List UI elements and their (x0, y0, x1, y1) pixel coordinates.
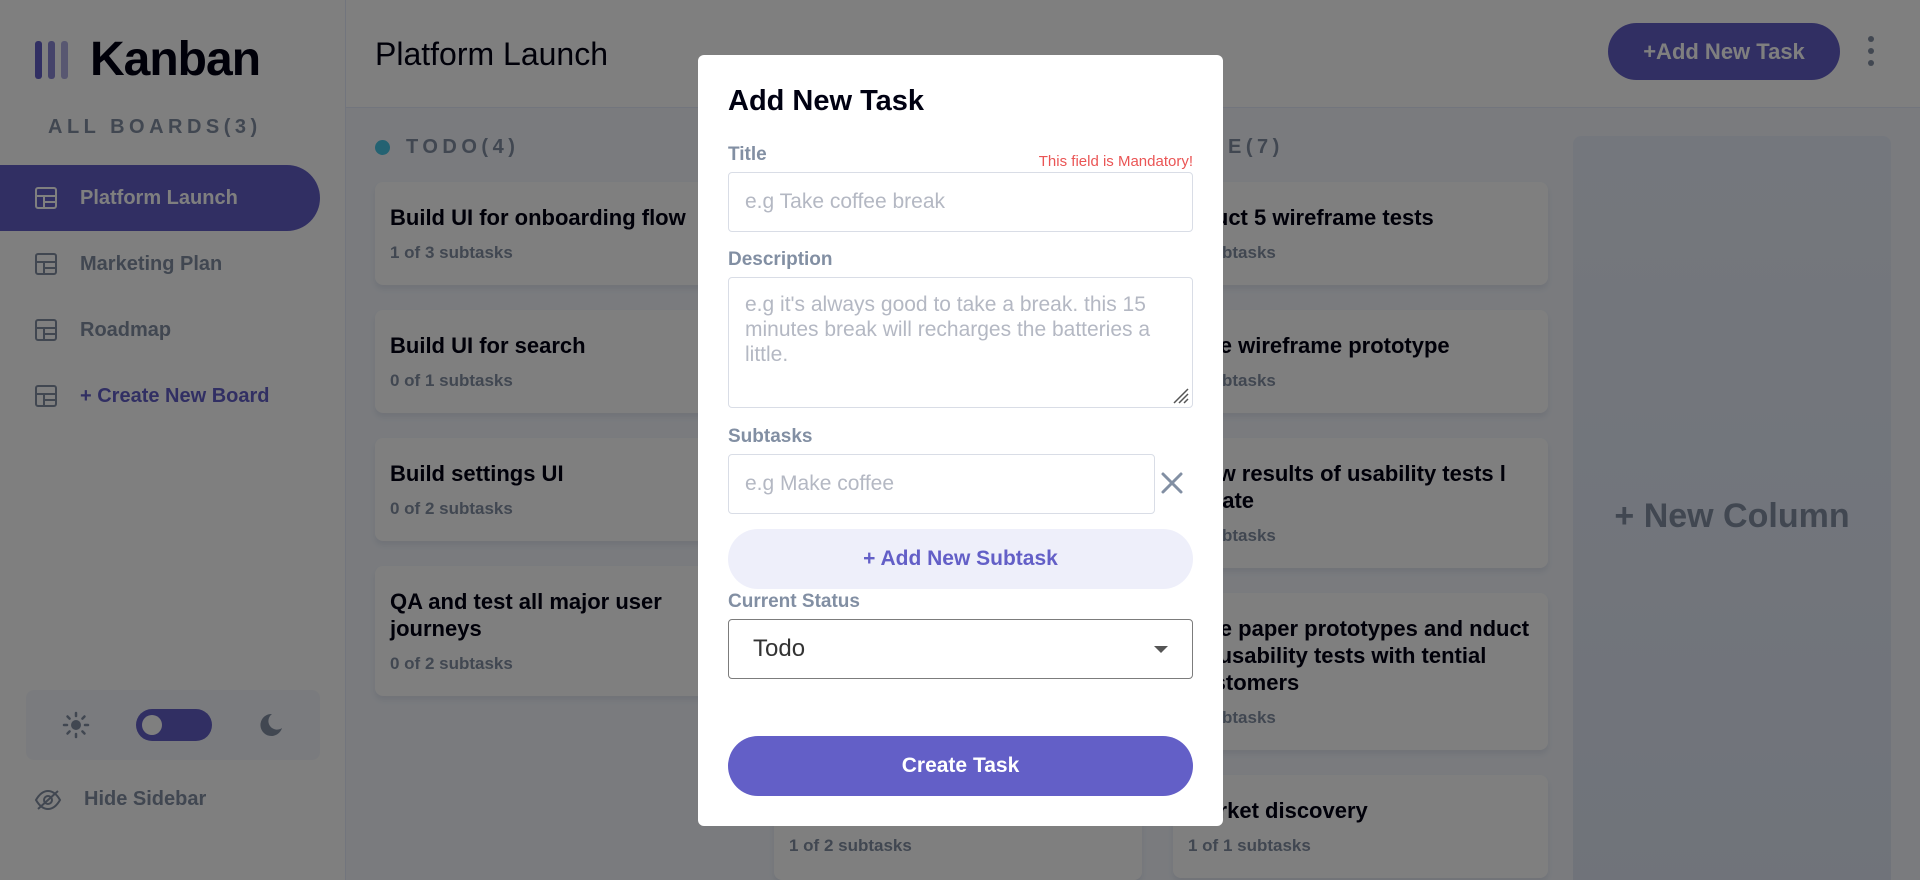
title-error: This field is Mandatory! (1038, 153, 1193, 170)
add-new-subtask-button[interactable]: + Add New Subtask (728, 529, 1193, 589)
status-value: Todo (753, 635, 806, 662)
chevron-down-icon (1154, 645, 1168, 653)
description-label: Description (728, 249, 833, 270)
title-label: Title (728, 144, 767, 165)
status-label: Current Status (728, 591, 860, 612)
close-icon[interactable] (1159, 470, 1185, 496)
title-input[interactable]: e.g Take coffee break (728, 172, 1193, 232)
add-task-modal: Add New Task Title This field is Mandato… (698, 55, 1223, 826)
create-task-button[interactable]: Create Task (728, 736, 1193, 796)
status-select[interactable]: Todo (728, 619, 1193, 679)
description-placeholder: e.g it's always good to take a break. th… (745, 293, 1151, 366)
modal-title: Add New Task (728, 85, 925, 117)
description-textarea[interactable]: e.g it's always good to take a break. th… (728, 277, 1193, 408)
resize-grip-icon[interactable] (1168, 383, 1190, 405)
subtasks-label: Subtasks (728, 426, 813, 447)
subtask-input[interactable]: e.g Make coffee (728, 454, 1155, 514)
